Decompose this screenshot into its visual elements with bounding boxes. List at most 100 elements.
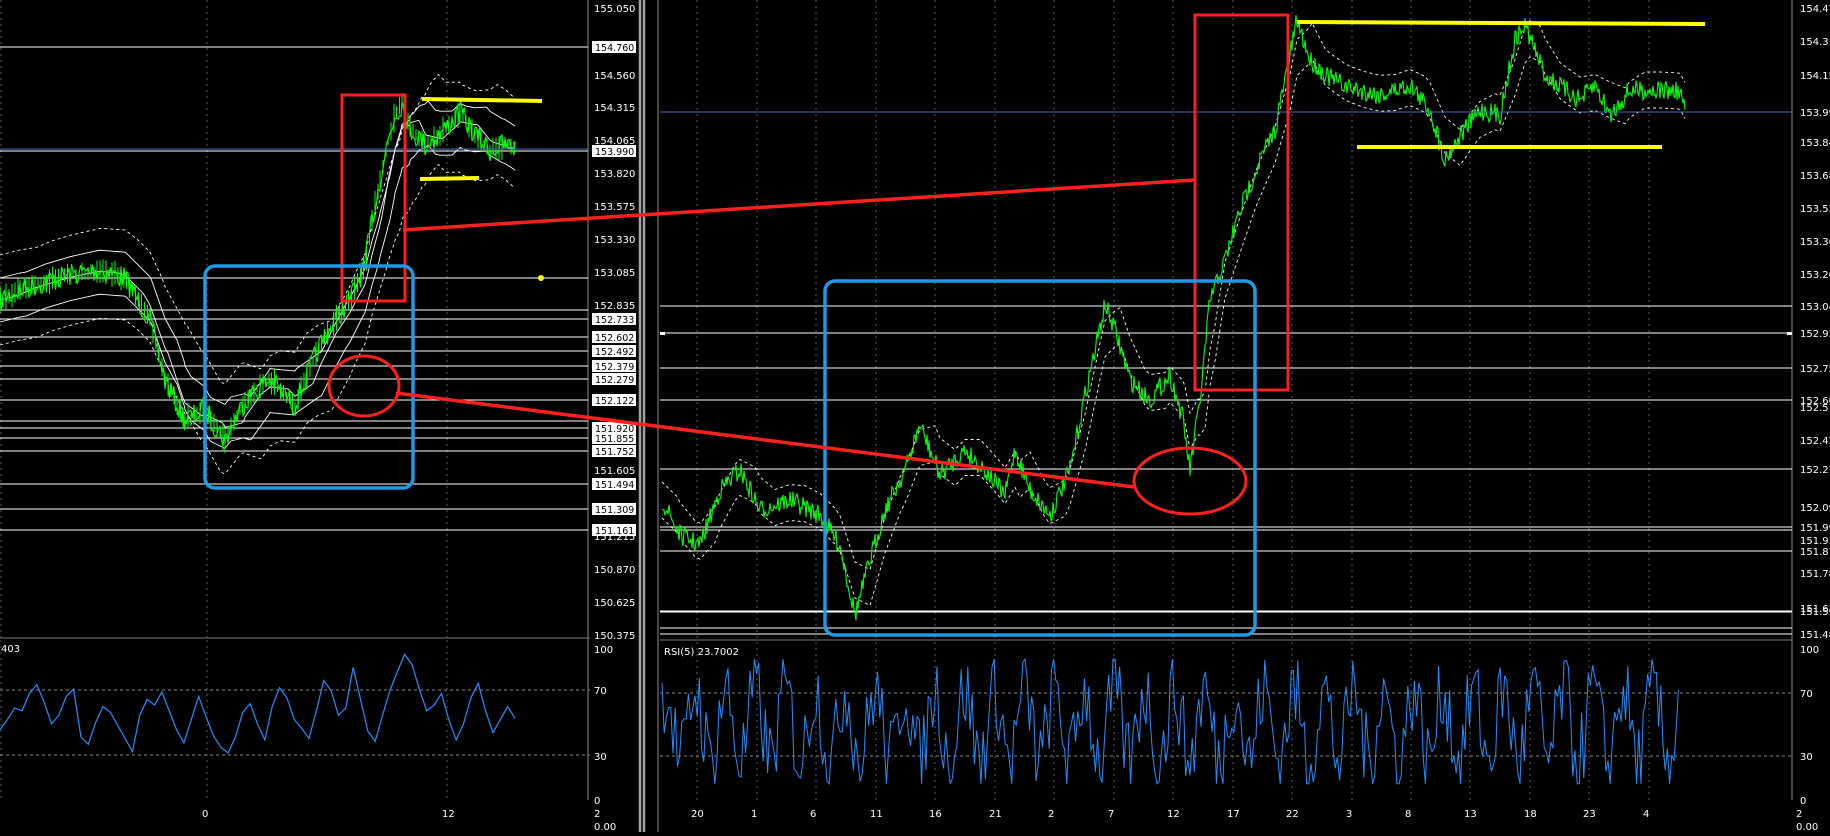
left-blue-box: [203, 264, 415, 490]
left-price-tag-label: 151.855: [595, 434, 634, 445]
left-axis-label: 153.575: [594, 202, 635, 213]
right-yellow-resistance: [1296, 20, 1706, 26]
left-price-line: [0, 99, 516, 447]
right-rsi-axis: 100 70 30 0: [1800, 645, 1819, 807]
left-axis-label: 154.315: [594, 103, 635, 114]
left-axis-label: 152.835: [594, 301, 635, 312]
left-price-tags: 154.760 153.990 152.733 152.602 152.492 152.3…: [592, 41, 636, 537]
right-axis-label: 154.15: [1800, 71, 1830, 82]
left-price-tag-label: 151.494: [595, 480, 634, 491]
left-rsi-axis-label: 70: [594, 686, 607, 697]
left-axis-label: 155.050: [594, 4, 635, 15]
right-time-label: 8: [1405, 809, 1411, 820]
left-middle-band: [0, 120, 516, 428]
right-rsi-line: [661, 657, 1679, 786]
right-time-label: 16: [929, 809, 942, 820]
chart-scene: 155.050154.560154.315154.065153.820153.5…: [0, 0, 1830, 833]
left-axis-label: 153.085: [594, 268, 635, 279]
left-axis-label: 153.820: [594, 169, 635, 180]
left-price-tag-label: 152.379: [595, 362, 634, 373]
right-axis-label: 153.36: [1800, 237, 1830, 248]
right-time-label: 3: [1346, 809, 1352, 820]
right-level-marker: [660, 332, 665, 335]
left-rsi-axis-label: 0: [594, 796, 600, 807]
right-axis-label: 153.04: [1800, 302, 1830, 313]
left-rsi-axis-label: 30: [594, 752, 607, 763]
left-axis-label: 151.605: [594, 466, 635, 477]
left-price-tag-label: 151.752: [595, 447, 634, 458]
right-support-resistance-lines: [660, 305, 1792, 635]
right-rsi-panel: RSI(5) 23.7002 10070300 20 1 6 11 16 21 2 7 12 17…: [660, 639, 1819, 833]
right-time-label: 13: [1464, 809, 1477, 820]
left-red-ellipse: [327, 354, 401, 418]
right-rsi-axis-label: 100: [1800, 645, 1819, 656]
right-time-label: 23: [1583, 809, 1596, 820]
left-time-axis: 0 12: [202, 809, 455, 820]
right-time-label: 11: [870, 809, 883, 820]
left-bottom-axis-2: 2: [594, 809, 600, 820]
left-price-tag-label: 152.122: [595, 396, 634, 407]
connector-red-box: [402, 178, 1196, 232]
connector-red-ellipse: [395, 391, 1135, 489]
right-bottom-axis-0: 0.00: [1796, 822, 1818, 832]
left-axis-label: 150.625: [594, 598, 635, 609]
left-axis-label: 153.330: [594, 235, 635, 246]
left-rsi-line: [0, 653, 516, 754]
right-red-box: [1193, 13, 1290, 392]
left-rsi-panel: 403 100 70 30 0 0 12 2 0.00: [0, 637, 616, 833]
right-time-label: 12: [1167, 809, 1180, 820]
left-yellow-resistance: [421, 97, 543, 103]
left-price-tag-label: 153.990: [595, 147, 634, 158]
right-rsi-label: RSI(5) 23.7002: [664, 647, 739, 658]
left-axis-label: 150.375: [594, 631, 635, 642]
right-rsi-axis-label: 70: [1800, 689, 1813, 700]
left-rsi-axis: 100 70 30 0: [594, 645, 613, 807]
right-level-marker: [1787, 332, 1792, 335]
right-time-label: 4: [1643, 809, 1649, 820]
right-time-label: 7: [1108, 809, 1114, 820]
left-annotations: [0, 93, 588, 490]
right-axis-label: 153.84: [1800, 138, 1830, 149]
left-axis-label: 150.870: [594, 565, 635, 576]
right-time-label: 22: [1286, 809, 1299, 820]
left-support-resistance-lines: [0, 46, 588, 531]
left-price-tag-label: 151.309: [595, 505, 634, 516]
left-price-tag-label: 154.760: [595, 43, 634, 54]
right-time-label: 1: [751, 809, 757, 820]
right-time-label: 17: [1227, 809, 1240, 820]
left-rsi-axis-label: 100: [594, 645, 613, 656]
left-price-tag-label: 151.161: [595, 526, 634, 537]
right-axis-label: 153.20: [1800, 270, 1830, 281]
left-axis-label: 154.560: [594, 71, 635, 82]
left-rsi-label: 403: [1, 644, 20, 655]
right-price-chart[interactable]: 154.47154.31154.15153.99153.84153.68153.…: [660, 0, 1830, 800]
right-time-label: 6: [810, 809, 816, 820]
right-axis-label: 151.78: [1800, 569, 1830, 580]
left-price-chart[interactable]: 155.050154.560154.315154.065153.820153.5…: [0, 0, 636, 800]
right-axis-label: 153.68: [1800, 171, 1830, 182]
left-price-tag-label: 152.602: [595, 333, 634, 344]
right-red-ellipse: [1132, 446, 1248, 516]
left-time-label: 0: [202, 809, 208, 820]
right-time-label: 20: [691, 809, 704, 820]
right-annotations: [660, 13, 1792, 637]
right-time-label: 18: [1524, 809, 1537, 820]
left-yellow-support: [419, 176, 480, 181]
right-rsi-axis-label: 30: [1800, 752, 1813, 763]
left-price-tag-label: 152.279: [595, 375, 634, 386]
right-axis-label: 153.52: [1800, 204, 1830, 215]
right-price-tags: [1796, 106, 1830, 640]
left-bottom-axis-0: 0.00: [594, 822, 616, 832]
panel-splitter[interactable]: [638, 0, 659, 832]
right-time-label: 2: [1048, 809, 1054, 820]
right-rsi-axis-label: 0: [1800, 796, 1806, 807]
right-axis-label: 152.09: [1800, 503, 1830, 514]
right-axis-label: 154.31: [1800, 37, 1830, 48]
right-axis-label: 152.42: [1800, 436, 1830, 447]
trading-platform-window: 155.050 154.560 154.315 154.065 153.820 153.5…: [0, 0, 1830, 833]
left-time-label: 12: [442, 809, 455, 820]
right-time-label: 21: [989, 809, 1002, 820]
left-red-box: [340, 93, 407, 303]
left-price-tag-label: 152.492: [595, 347, 634, 358]
right-axis-label: 154.47: [1800, 4, 1830, 15]
